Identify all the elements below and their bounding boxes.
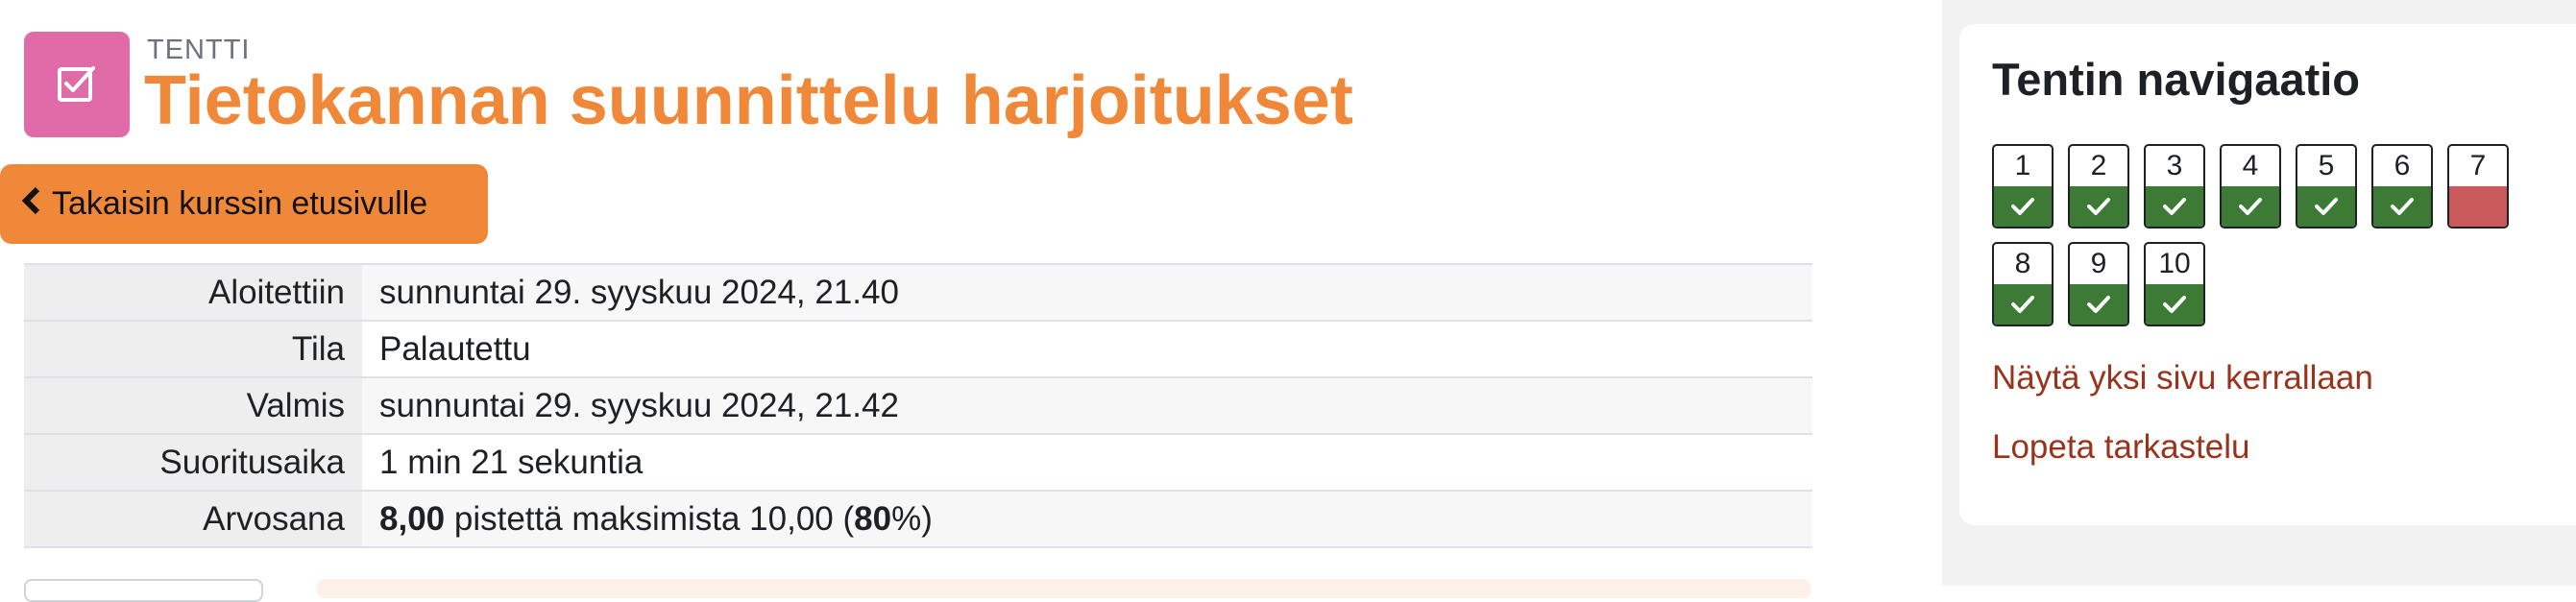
question-nav-button-8[interactable]: 8: [1992, 242, 2054, 326]
grade-text: pistettä maksimista 10,00 (: [453, 499, 855, 538]
feedback-button-partial[interactable]: [24, 579, 263, 602]
question-number: 3: [2166, 150, 2183, 181]
check-icon: [2297, 186, 2355, 227]
grade-suffix: %): [891, 499, 933, 538]
summary-value: Palautettu: [362, 320, 1812, 378]
question-number: 8: [2014, 248, 2031, 279]
summary-row-started: Aloitettiin sunnuntai 29. syyskuu 2024, …: [24, 263, 1812, 322]
show-one-page-link[interactable]: Näytä yksi sivu kerrallaan: [1992, 359, 2373, 397]
main-region: TENTTI Tietokannan suunnittelu harjoituk…: [0, 0, 1940, 602]
check-icon: [1994, 284, 2052, 325]
question-number: 5: [2318, 150, 2335, 181]
summary-row-state: Tila Palautettu: [24, 320, 1812, 378]
incorrect-status-indicator: [2449, 186, 2507, 227]
question-nav-button-2[interactable]: 2: [2068, 144, 2129, 229]
summary-value: sunnuntai 29. syyskuu 2024, 21.42: [362, 376, 1812, 435]
check-icon: [1994, 186, 2052, 227]
question-nav-button-10[interactable]: 10: [2144, 242, 2205, 326]
check-icon: [2070, 186, 2127, 227]
summary-label: Aloitettiin: [24, 263, 362, 322]
chevron-left-icon: [21, 183, 42, 222]
question-number: 10: [2158, 248, 2191, 279]
grade-percent: 80: [854, 499, 892, 538]
summary-label: Valmis: [24, 376, 362, 435]
summary-row-completed: Valmis sunnuntai 29. syyskuu 2024, 21.42: [24, 376, 1812, 435]
back-to-course-button[interactable]: Takaisin kurssin etusivulle: [0, 164, 488, 244]
grade-value: 8,00 pistettä maksimista 10,00 (80%): [362, 490, 1812, 548]
check-icon: [2070, 284, 2127, 325]
finish-review-link[interactable]: Lopeta tarkastelu: [1992, 428, 2250, 467]
check-icon: [2146, 284, 2203, 325]
question-nav-button-5[interactable]: 5: [2296, 144, 2357, 229]
summary-label: Tila: [24, 320, 362, 378]
question-number: 6: [2394, 150, 2411, 181]
summary-row-duration: Suoritusaika 1 min 21 sekuntia: [24, 433, 1812, 492]
summary-value: 1 min 21 sekuntia: [362, 433, 1812, 492]
feedback-alert-partial: [317, 579, 1810, 598]
question-number: 9: [2090, 248, 2107, 279]
question-nav-button-4[interactable]: 4: [2220, 144, 2281, 229]
quiz-navigation-title: Tentin navigaatio: [1992, 54, 2360, 105]
question-nav-button-3[interactable]: 3: [2144, 144, 2205, 229]
question-nav-button-6[interactable]: 6: [2371, 144, 2433, 229]
check-icon: [2373, 186, 2431, 227]
check-icon: [2222, 186, 2279, 227]
summary-row-grade: Arvosana 8,00 pistettä maksimista 10,00 …: [24, 490, 1812, 548]
checkbox-pen-icon: [24, 32, 130, 137]
question-number: 7: [2469, 150, 2487, 181]
summary-value: sunnuntai 29. syyskuu 2024, 21.40: [362, 263, 1812, 322]
question-number: 1: [2014, 150, 2031, 181]
question-number: 4: [2242, 150, 2259, 181]
page-title: Tietokannan suunnittelu harjoitukset: [144, 62, 1353, 139]
check-icon: [2146, 186, 2203, 227]
question-nav-button-7[interactable]: 7: [2447, 144, 2509, 229]
summary-label: Suoritusaika: [24, 433, 362, 492]
attempt-summary-table: Aloitettiin sunnuntai 29. syyskuu 2024, …: [24, 263, 1812, 548]
back-button-label: Takaisin kurssin etusivulle: [52, 185, 428, 222]
summary-label: Arvosana: [24, 490, 362, 548]
question-nav-button-1[interactable]: 1: [1992, 144, 2054, 229]
question-nav-button-9[interactable]: 9: [2068, 242, 2129, 326]
grade-score: 8,00: [379, 499, 446, 538]
question-number: 2: [2090, 150, 2107, 181]
